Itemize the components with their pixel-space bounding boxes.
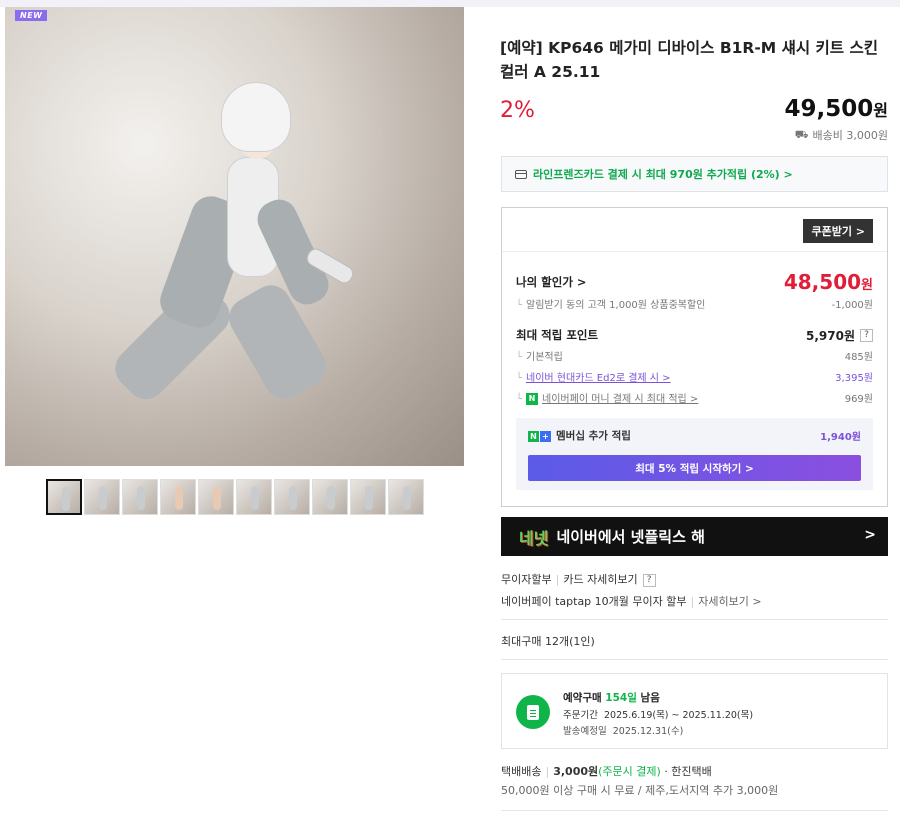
discount-rate: 2% — [500, 98, 535, 123]
preorder-box: 예약구매 154일 남음 주문기간 2025.6.19(목) ~ 2025.11… — [501, 673, 888, 749]
preorder-title: 예약구매 154일 남음 — [563, 692, 660, 704]
thumbnail-strip — [46, 479, 424, 515]
basic-points-label: └ 기본적립 — [516, 352, 563, 363]
coupon-button[interactable]: 쿠폰받기 > — [803, 219, 873, 243]
membership-box: N + 멤버십 추가 적립 1,940원 최대 5% 적립 시작하기 > — [516, 418, 873, 490]
thumbnail[interactable] — [236, 479, 272, 515]
delivery-fee-note: (주문시 결제) — [598, 765, 661, 778]
price-unit: 원 — [873, 101, 888, 120]
thumbnail[interactable] — [160, 479, 196, 515]
max-points: 5,970원? — [806, 325, 873, 344]
taptap-text: 네이버페이 taptap 10개월 무이자 할부 — [501, 595, 687, 608]
card-promo-text: 라인프렌즈카드 결제 시 최대 970원 추가적립 (2%) > — [533, 168, 793, 181]
thumbnail[interactable] — [312, 479, 348, 515]
help-icon[interactable]: ? — [642, 573, 656, 587]
taptap-row: 네이버페이 taptap 10개월 무이자 할부 | 자세히보기 > — [501, 595, 762, 608]
credit-card-icon — [515, 169, 527, 179]
order-period: 주문기간 2025.6.19(목) ~ 2025.11.20(목) — [563, 710, 754, 721]
delivery-condition: 50,000원 이상 구매 시 무료 / 제주,도서지역 추가 3,000원 — [501, 784, 779, 797]
npay-icon: N — [526, 393, 539, 405]
my-price-link[interactable]: 나의 할인가 > — [516, 274, 587, 290]
my-price: 48,500원 — [784, 270, 873, 294]
netflix-logo: 네넷 — [519, 528, 549, 548]
new-badge: NEW — [15, 10, 48, 21]
product-main-image[interactable]: NEW — [5, 7, 464, 466]
thumbnail[interactable] — [388, 479, 424, 515]
courier: · 한진택배 — [664, 765, 712, 778]
thumbnail[interactable] — [46, 479, 82, 515]
figure-helmet — [221, 82, 291, 152]
max-purchase: 최대구매 12개(1인) — [501, 635, 595, 648]
thumbnail[interactable] — [274, 479, 310, 515]
shipping-fee: ⛟ 배송비 3,000원 — [795, 127, 888, 143]
sale-price: 49,500원 — [785, 96, 889, 122]
preorder-document-icon — [516, 695, 550, 729]
my-price-value: 48,500 — [783, 270, 862, 294]
card-points-value: 3,395원 — [835, 373, 873, 384]
my-price-unit: 원 — [861, 278, 873, 293]
membership-value: 1,940원 — [820, 432, 861, 443]
max-points-label: 최대 적립 포인트 — [516, 327, 599, 342]
banner-text: 네이버에서 넷플릭스 해 — [556, 528, 705, 546]
npay-points-row: └ N 네이버페이 머니 결제 시 최대 적립 > — [516, 393, 699, 405]
taptap-detail-link[interactable]: 자세히보기 > — [698, 595, 761, 608]
product-title: [예약] KP646 메가미 디바이스 B1R-M 섀시 키트 스킨 컬러 A … — [500, 39, 878, 81]
divider — [501, 659, 888, 660]
basic-points-value: 485원 — [844, 352, 873, 363]
divider — [501, 619, 888, 620]
top-strip — [0, 0, 900, 7]
discount-note: └ 알림받기 동의 고객 1,000원 상품중복할인 — [516, 300, 706, 311]
delivery-fee: 3,000원 — [553, 765, 599, 778]
thumbnail[interactable] — [84, 479, 120, 515]
thumbnail[interactable] — [198, 479, 234, 515]
thumbnail[interactable] — [122, 479, 158, 515]
nplus-icon: N + — [528, 430, 551, 442]
truck-icon: ⛟ — [794, 127, 809, 141]
chevron-right-icon: > — [864, 527, 876, 543]
delivery-type: 택배배송 — [501, 765, 542, 778]
card-points-row: └ 네이버 현대카드 Ed2로 결제 시 > — [516, 373, 671, 384]
price-value: 49,500 — [784, 96, 874, 122]
npay-points-link[interactable]: 네이버페이 머니 결제 시 최대 적립 > — [542, 394, 698, 405]
card-detail-link[interactable]: 카드 자세히보기 — [563, 573, 637, 586]
divider — [502, 251, 887, 252]
discount-value: -1,000원 — [831, 300, 873, 311]
help-icon[interactable]: ? — [860, 329, 873, 342]
npay-points-value: 969원 — [844, 394, 873, 405]
ship-date: 발송예정일 2025.12.31(수) — [563, 726, 684, 737]
card-promo-banner[interactable]: 라인프렌즈카드 결제 시 최대 970원 추가적립 (2%) > — [501, 156, 888, 192]
thumbnail[interactable] — [350, 479, 386, 515]
divider — [501, 810, 888, 811]
card-points-link[interactable]: 네이버 현대카드 Ed2로 결제 시 > — [526, 373, 671, 384]
membership-label: N + 멤버십 추가 적립 — [528, 428, 631, 443]
delivery-row: 택배배송 | 3,000원(주문시 결제) · 한진택배 — [501, 765, 712, 778]
installment-label: 무이자할부 — [501, 573, 552, 586]
benefit-box: 쿠폰받기 > 나의 할인가 > 48,500원 └ 알림받기 동의 고객 1,00… — [501, 207, 888, 507]
installment-row: 무이자할부 | 카드 자세히보기? — [501, 571, 656, 587]
membership-start-button[interactable]: 최대 5% 적립 시작하기 > — [528, 455, 861, 481]
netflix-banner[interactable]: 네넷 네이버에서 넷플릭스 해 > — [501, 517, 888, 556]
shipping-text: 배송비 3,000원 — [812, 129, 888, 142]
